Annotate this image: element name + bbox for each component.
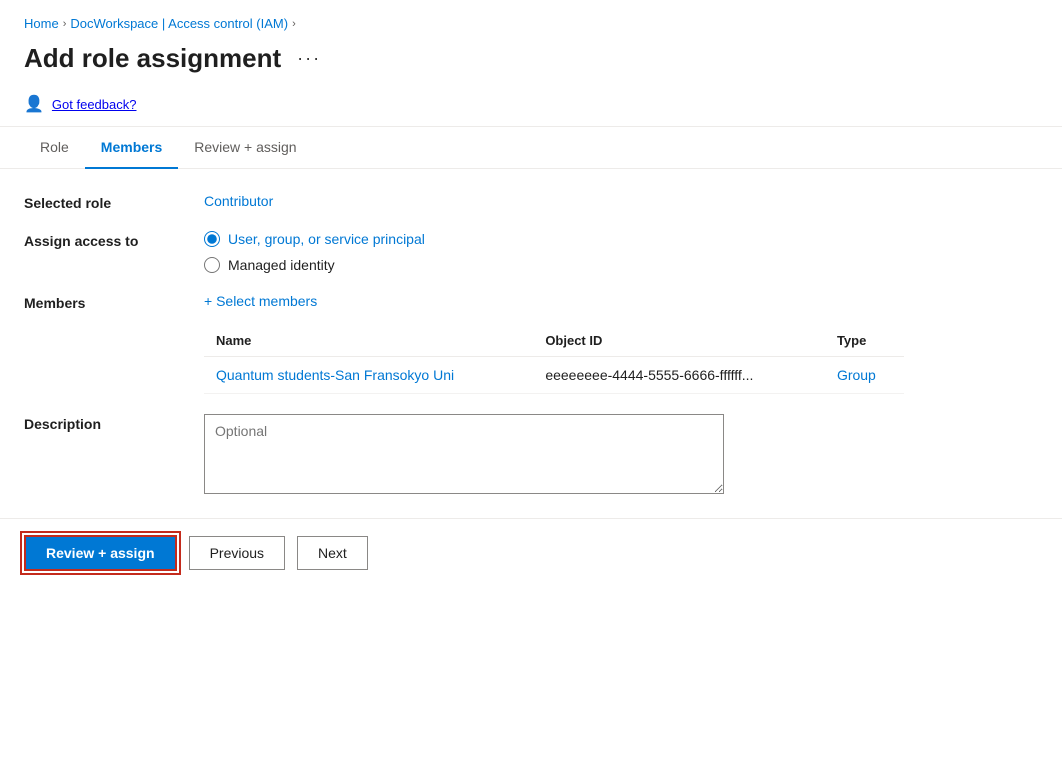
radio-managed-identity[interactable]: Managed identity (204, 257, 1038, 273)
description-label: Description (24, 414, 204, 432)
member-type: Group (825, 357, 904, 394)
assign-access-options: User, group, or service principal Manage… (204, 231, 1038, 273)
bottom-bar: Review + assign Previous Next (0, 518, 1062, 587)
selected-role-row: Selected role Contributor (24, 193, 1038, 211)
page-wrapper: Home › DocWorkspace | Access control (IA… (0, 0, 1062, 762)
table-row: Quantum students-San Fransokyo Uni eeeee… (204, 357, 904, 394)
radio-managed-identity-label: Managed identity (228, 257, 335, 273)
radio-managed-identity-input[interactable] (204, 257, 220, 273)
next-button[interactable]: Next (297, 536, 368, 570)
tabs-bar: Role Members Review + assign (0, 127, 1062, 169)
radio-user-group-input[interactable] (204, 231, 220, 247)
tab-members[interactable]: Members (85, 127, 178, 169)
feedback-bar: 👤 Got feedback? (0, 86, 1062, 127)
review-assign-button[interactable]: Review + assign (24, 535, 177, 571)
tab-role[interactable]: Role (24, 127, 85, 169)
breadcrumb-chevron1: › (63, 18, 67, 30)
form-area: Selected role Contributor Assign access … (0, 169, 1062, 494)
feedback-link[interactable]: Got feedback? (52, 97, 137, 112)
assign-access-row: Assign access to User, group, or service… (24, 231, 1038, 273)
tab-review[interactable]: Review + assign (178, 127, 312, 169)
breadcrumb: Home › DocWorkspace | Access control (IA… (0, 0, 1062, 39)
radio-user-group[interactable]: User, group, or service principal (204, 231, 1038, 247)
ellipsis-button[interactable]: ··· (291, 46, 327, 71)
description-input[interactable] (204, 414, 724, 494)
assign-access-label: Assign access to (24, 231, 204, 249)
description-row: Description (24, 414, 1038, 494)
col-object-id: Object ID (533, 325, 825, 357)
members-table: Name Object ID Type Quantum students-San… (204, 325, 904, 394)
member-name: Quantum students-San Fransokyo Uni (204, 357, 533, 394)
selected-role-label: Selected role (24, 193, 204, 211)
breadcrumb-home[interactable]: Home (24, 16, 59, 31)
page-title: Add role assignment (24, 43, 281, 74)
page-header: Add role assignment ··· (0, 39, 1062, 86)
selected-role-value: Contributor (204, 193, 1038, 209)
members-section: + Select members Name Object ID Type Qua… (204, 293, 1038, 394)
select-members-link[interactable]: + Select members (204, 293, 1038, 309)
radio-user-group-label: User, group, or service principal (228, 231, 425, 247)
members-label: Members (24, 293, 204, 311)
col-type: Type (825, 325, 904, 357)
feedback-icon: 👤 (24, 94, 44, 114)
breadcrumb-chevron2: › (292, 18, 296, 30)
member-object-id: eeeeeeee-4444-5555-6666-ffffff... (533, 357, 825, 394)
members-row: Members + Select members Name Object ID … (24, 293, 1038, 394)
col-name: Name (204, 325, 533, 357)
previous-button[interactable]: Previous (189, 536, 285, 570)
breadcrumb-workspace[interactable]: DocWorkspace | Access control (IAM) (70, 16, 288, 31)
